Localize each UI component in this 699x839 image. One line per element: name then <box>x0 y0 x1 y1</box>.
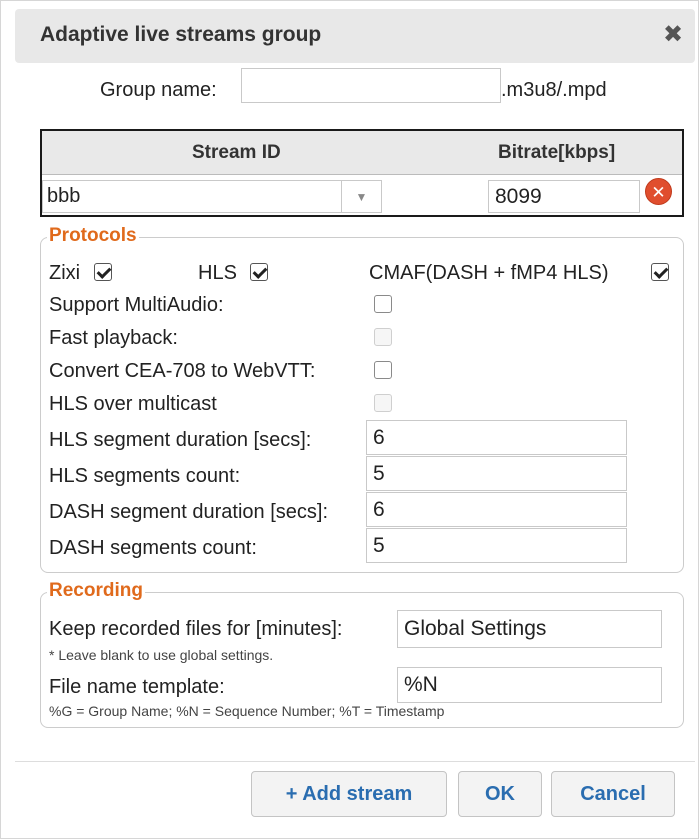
hls-multicast-checkbox[interactable] <box>374 394 392 412</box>
protocols-group: Protocols Zixi HLS CMAF(DASH + fMP4 HLS)… <box>40 225 684 573</box>
file-template-label: File name template: <box>49 676 225 698</box>
dash-segment-duration-input[interactable] <box>366 492 627 527</box>
zixi-label: Zixi <box>49 262 81 284</box>
fast-playback-label: Fast playback: <box>49 327 178 349</box>
hls-segments-count-label: HLS segments count: <box>49 465 241 487</box>
convert-cea-label: Convert CEA-708 to WebVTT: <box>49 360 316 382</box>
bitrate-input[interactable] <box>488 180 640 213</box>
keep-files-note: * Leave blank to use global settings. <box>49 647 274 663</box>
fast-playback-checkbox[interactable] <box>374 328 392 346</box>
keep-files-label: Keep recorded files for [minutes]: <box>49 618 343 640</box>
group-name-input[interactable] <box>241 68 501 103</box>
protocols-legend: Protocols <box>47 225 139 247</box>
bitrate-header: Bitrate[kbps] <box>498 142 616 163</box>
recording-group: Recording Keep recorded files for [minut… <box>40 580 684 728</box>
remove-stream-icon[interactable]: ✕ <box>645 178 672 205</box>
group-name-suffix: .m3u8/.mpd <box>501 79 607 101</box>
hls-multicast-label: HLS over multicast <box>49 393 217 415</box>
dialog-title: Adaptive live streams group <box>40 23 322 46</box>
zixi-checkbox[interactable] <box>94 263 112 281</box>
hls-segment-duration-label: HLS segment duration [secs]: <box>49 429 312 451</box>
footer-separator <box>15 761 695 762</box>
dialog-titlebar: Adaptive live streams group ✖ <box>15 9 695 63</box>
file-template-input[interactable] <box>397 667 662 703</box>
stream-id-select[interactable]: bbb <box>42 180 342 213</box>
chevron-down-icon[interactable]: ▼ <box>342 180 382 213</box>
close-icon[interactable]: ✖ <box>659 21 687 49</box>
group-name-label: Group name: <box>100 79 217 101</box>
cmaf-label: CMAF(DASH + fMP4 HLS) <box>369 262 609 284</box>
multiaudio-checkbox[interactable] <box>374 295 392 313</box>
hls-segment-duration-input[interactable] <box>366 420 627 455</box>
dash-segments-count-input[interactable] <box>366 528 627 563</box>
hls-label: HLS <box>198 262 237 284</box>
streams-table-header: Stream ID Bitrate[kbps] <box>42 131 682 175</box>
streams-table: Stream ID Bitrate[kbps] bbb ▼ ✕ <box>40 129 684 217</box>
recording-legend: Recording <box>47 580 145 602</box>
hls-segments-count-input[interactable] <box>366 456 627 491</box>
multiaudio-label: Support MultiAudio: <box>49 294 224 316</box>
add-stream-button[interactable]: + Add stream <box>251 771 447 817</box>
stream-id-header: Stream ID <box>192 142 281 163</box>
dash-segment-duration-label: DASH segment duration [secs]: <box>49 501 329 523</box>
ok-button[interactable]: OK <box>458 771 542 817</box>
adaptive-group-dialog: Adaptive live streams group ✖ Group name… <box>0 0 699 839</box>
cancel-button[interactable]: Cancel <box>551 771 675 817</box>
hls-checkbox[interactable] <box>250 263 268 281</box>
file-template-note: %G = Group Name; %N = Sequence Number; %… <box>49 703 445 719</box>
cmaf-checkbox[interactable] <box>651 263 669 281</box>
convert-cea-checkbox[interactable] <box>374 361 392 379</box>
keep-files-input[interactable] <box>397 610 662 648</box>
dash-segments-count-label: DASH segments count: <box>49 537 257 559</box>
